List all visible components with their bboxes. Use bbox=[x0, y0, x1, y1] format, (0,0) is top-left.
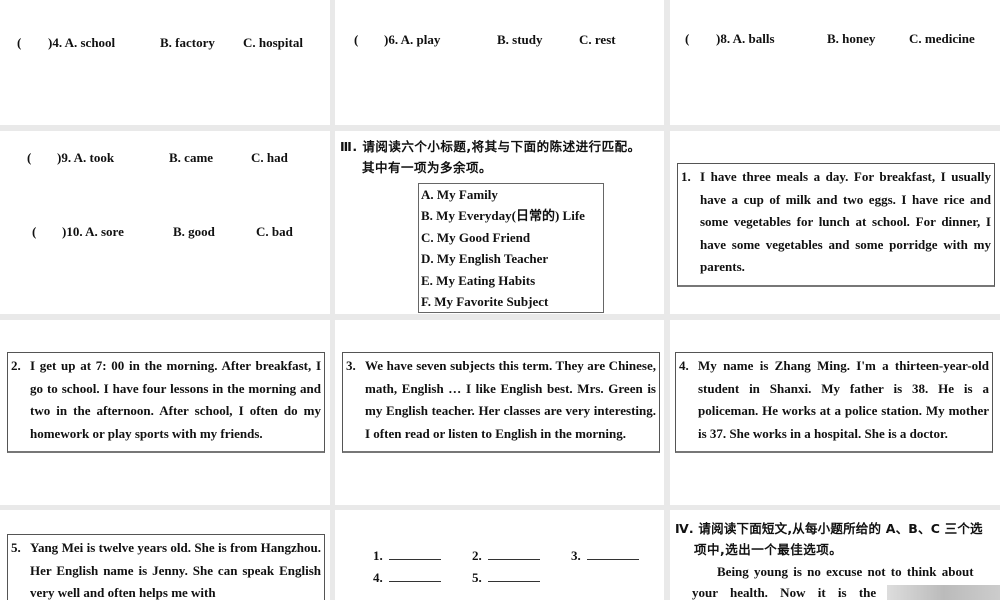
passage-number: 2. bbox=[11, 358, 21, 373]
q8-option-a: )8. A. balls bbox=[716, 31, 775, 46]
slide-passage-3: 3. We have seven subjects this term. The… bbox=[335, 320, 664, 505]
slide-q6: ( )6. A. play B. study C. rest bbox=[335, 0, 664, 125]
q10-option-c: C. bad bbox=[256, 224, 293, 239]
option-e: E. My Eating Habits bbox=[421, 272, 536, 288]
answer-4[interactable]: 4. bbox=[373, 570, 441, 586]
answer-paren[interactable]: ( bbox=[17, 35, 21, 51]
answer-paren[interactable]: ( bbox=[354, 32, 358, 48]
q9-option-a: )9. A. took bbox=[57, 150, 115, 165]
q6-option-c: C. rest bbox=[579, 32, 616, 47]
slide-q9-q10: ( )9. A. took B. came C. had ( )10. A. s… bbox=[0, 131, 330, 314]
passage-4: 4. My name is Zhang Ming. I'm a thirteen… bbox=[675, 352, 993, 454]
slide-answers: 1. 2. 3. 4. 5. bbox=[335, 510, 664, 600]
slide-passage-5: 5. Yang Mei is twelve years old. She is … bbox=[0, 510, 330, 600]
passage-text: We have seven subjects this term. They a… bbox=[365, 358, 656, 441]
passage-text: Yang Mei is twelve years old. She is fro… bbox=[30, 540, 321, 600]
passage-5: 5. Yang Mei is twelve years old. She is … bbox=[7, 534, 325, 600]
q4-option-c: C. hospital bbox=[243, 35, 303, 50]
q4-option-b: B. factory bbox=[160, 35, 215, 50]
passage-number: 4. bbox=[679, 358, 689, 373]
passage-number: 1. bbox=[681, 169, 691, 184]
section3-instruction-2: 其中有一项为多余项。 bbox=[362, 160, 493, 175]
answer-blank[interactable] bbox=[487, 570, 540, 582]
passage-2: 2. I get up at 7: 00 in the morning. Aft… bbox=[7, 352, 325, 454]
slide-passage-2: 2. I get up at 7: 00 in the morning. Aft… bbox=[0, 320, 330, 505]
passage-number: 3. bbox=[346, 358, 356, 373]
passage-3: 3. We have seven subjects this term. The… bbox=[342, 352, 660, 454]
q10-option-a: )10. A. sore bbox=[62, 224, 124, 239]
answer-label: 3. bbox=[571, 548, 581, 563]
option-c: C. My Good Friend bbox=[421, 229, 531, 245]
passage-text: My name is Zhang Ming. I'm a thirteen-ye… bbox=[698, 358, 989, 441]
answer-blank[interactable] bbox=[388, 548, 441, 560]
option-f: F. My Favorite Subject bbox=[421, 294, 549, 310]
answer-label: 4. bbox=[373, 570, 383, 585]
answer-1[interactable]: 1. bbox=[373, 548, 441, 564]
option-d: D. My English Teacher bbox=[421, 251, 549, 267]
reading-text-line1: Being young is no excuse not to think ab… bbox=[717, 564, 974, 579]
reading-photo bbox=[887, 585, 1000, 600]
passage-number: 5. bbox=[11, 540, 21, 555]
reading-text-line2: your health. Now it is the bbox=[692, 585, 877, 600]
option-b: B. My Everyday(日常的) Life bbox=[421, 208, 585, 224]
slide-passage-4: 4. My name is Zhang Ming. I'm a thirteen… bbox=[670, 320, 1000, 505]
q9-option-b: B. came bbox=[169, 150, 214, 165]
passage-text: I have three meals a day. For breakfast,… bbox=[700, 169, 991, 275]
slide-q8: ( )8. A. balls B. honey C. medicine bbox=[670, 0, 1000, 125]
section4-instruction: Ⅳ. 请阅读下面短文,从每小题所给的 A、B、C 三个选 bbox=[675, 521, 983, 536]
q4-option-a: )4. A. school bbox=[48, 35, 116, 50]
q9-option-c: C. had bbox=[251, 150, 288, 165]
answer-label: 1. bbox=[373, 548, 383, 563]
slide-section3: Ⅲ. 请阅读六个小标题,将其与下面的陈述进行匹配。 其中有一项为多余项。 A. … bbox=[335, 131, 664, 314]
answer-3[interactable]: 3. bbox=[571, 548, 639, 564]
slide-section4: Ⅳ. 请阅读下面短文,从每小题所给的 A、B、C 三个选 项中,选出一个最佳选项… bbox=[670, 510, 1000, 600]
section3-instruction: Ⅲ. 请阅读六个小标题,将其与下面的陈述进行匹配。 bbox=[340, 139, 641, 154]
heading-options: A. My Family B. My Everyday(日常的) Life C.… bbox=[418, 183, 604, 314]
q6-option-a: )6. A. play bbox=[384, 32, 441, 47]
answer-2[interactable]: 2. bbox=[472, 548, 540, 564]
q10-option-b: B. good bbox=[173, 224, 215, 239]
q8-option-b: B. honey bbox=[827, 31, 876, 46]
answer-paren[interactable]: ( bbox=[32, 224, 36, 240]
answer-label: 2. bbox=[472, 548, 482, 563]
section4-instruction-2: 项中,选出一个最佳选项。 bbox=[694, 542, 843, 557]
answer-blank[interactable] bbox=[586, 548, 639, 560]
option-a: A. My Family bbox=[421, 187, 498, 202]
q8-option-c: C. medicine bbox=[909, 31, 975, 46]
answer-paren[interactable]: ( bbox=[685, 31, 689, 47]
slide-q4: ( )4. A. school B. factory C. hospital bbox=[0, 0, 330, 125]
slide-passage-1: 1. I have three meals a day. For breakfa… bbox=[670, 131, 1000, 314]
answer-blank[interactable] bbox=[388, 570, 441, 582]
q6-option-b: B. study bbox=[497, 32, 543, 47]
passage-1: 1. I have three meals a day. For breakfa… bbox=[677, 163, 995, 287]
answer-5[interactable]: 5. bbox=[472, 570, 540, 586]
answer-blank[interactable] bbox=[487, 548, 540, 560]
passage-text: I get up at 7: 00 in the morning. After … bbox=[30, 358, 321, 441]
answer-label: 5. bbox=[472, 570, 482, 585]
answer-paren[interactable]: ( bbox=[27, 150, 31, 166]
